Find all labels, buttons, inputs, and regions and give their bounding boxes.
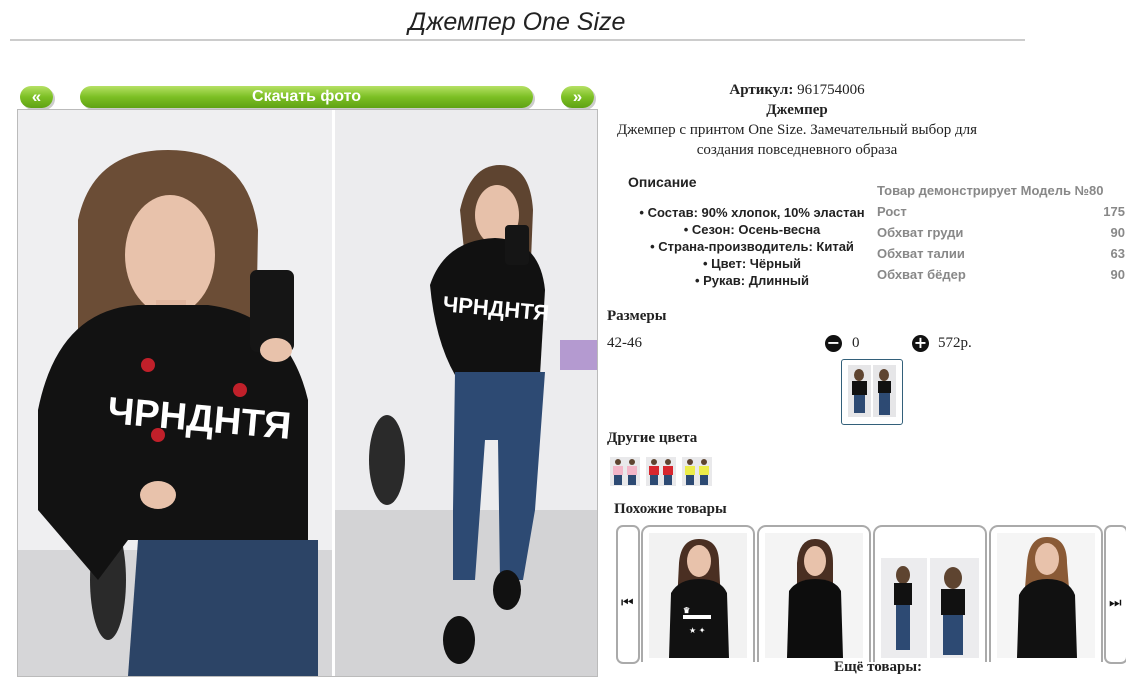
description-item: Рукав: Длинный xyxy=(617,272,887,289)
similar-product-card[interactable] xyxy=(989,525,1103,662)
similar-product-card[interactable]: ♛ ★ ✦ xyxy=(641,525,755,662)
description-item: Сезон: Осень-весна xyxy=(617,221,887,238)
model-row-label: Обхват талии xyxy=(877,246,965,261)
description-title: Описание xyxy=(628,174,697,190)
minus-circle-icon[interactable]: − xyxy=(825,335,842,352)
page-title: Джемпер One Size xyxy=(408,8,626,36)
other-colors-title: Другие цвета xyxy=(607,430,698,446)
price-value: 572р. xyxy=(938,335,972,351)
color-variant-yellow[interactable] xyxy=(682,457,712,486)
model-row-value: 90 xyxy=(1110,267,1125,282)
size-value: 42-46 xyxy=(607,335,642,351)
article-label: Артикул: xyxy=(729,82,794,98)
article-value: 961754006 xyxy=(797,82,865,98)
product-photo-full[interactable]: ЧРНДНТЯ xyxy=(335,110,597,676)
description-list: Состав: 90% хлопок, 10% эластан Сезон: О… xyxy=(617,204,887,289)
model-header: Товар демонстрирует Модель №80 xyxy=(877,183,1104,198)
similar-product-card[interactable] xyxy=(757,525,871,662)
selected-size-thumbnail[interactable] xyxy=(841,359,903,425)
model-row-label: Рост xyxy=(877,204,907,219)
product-info: Артикул: 961754006 Джемпер Джемпер с при… xyxy=(607,80,987,160)
product-name: Джемпер xyxy=(766,102,828,118)
product-photo-gallery: ЧРНДНТЯ ЧРНДНТЯ xyxy=(17,109,598,677)
description-item: Цвет: Чёрный xyxy=(617,255,887,272)
description-item: Страна-производитель: Китай xyxy=(617,238,887,255)
similar-products-title: Похожие товары xyxy=(614,501,727,517)
title-divider xyxy=(10,39,1025,41)
svg-text:★ ✦: ★ ✦ xyxy=(689,626,706,635)
model-row-label: Обхват груди xyxy=(877,225,964,240)
plus-circle-icon[interactable]: + xyxy=(912,335,929,352)
model-row-label: Обхват бёдер xyxy=(877,267,966,282)
product-photo-front[interactable]: ЧРНДНТЯ xyxy=(18,110,332,676)
model-row-value: 175 xyxy=(1103,204,1125,219)
quantity-value: 0 xyxy=(852,335,860,351)
similar-product-card[interactable] xyxy=(873,525,987,662)
next-photo-button[interactable]: » xyxy=(561,86,594,108)
color-variant-pink[interactable] xyxy=(610,457,640,486)
color-variant-red[interactable] xyxy=(646,457,676,486)
model-row-value: 90 xyxy=(1110,225,1125,240)
more-products-title: Ещё товары: xyxy=(834,659,923,675)
model-measurements: Товар демонстрирует Модель №80 Рост 175 О… xyxy=(877,180,1126,285)
download-photo-button[interactable]: Скачать фото xyxy=(80,86,533,108)
product-summary: Джемпер с принтом One Size. Замечательны… xyxy=(616,122,978,158)
description-item: Состав: 90% хлопок, 10% эластан xyxy=(617,204,887,221)
carousel-prev-button[interactable]: ⏮ xyxy=(616,525,640,664)
svg-text:♛: ♛ xyxy=(683,606,690,615)
skip-forward-icon: ⏭ xyxy=(1109,595,1122,611)
sizes-title: Размеры xyxy=(607,308,667,324)
carousel-next-button[interactable]: ⏭ xyxy=(1104,525,1126,664)
model-row-value: 63 xyxy=(1110,246,1125,261)
previous-photo-button[interactable]: « xyxy=(20,86,53,108)
skip-back-icon: ⏮ xyxy=(621,595,634,611)
